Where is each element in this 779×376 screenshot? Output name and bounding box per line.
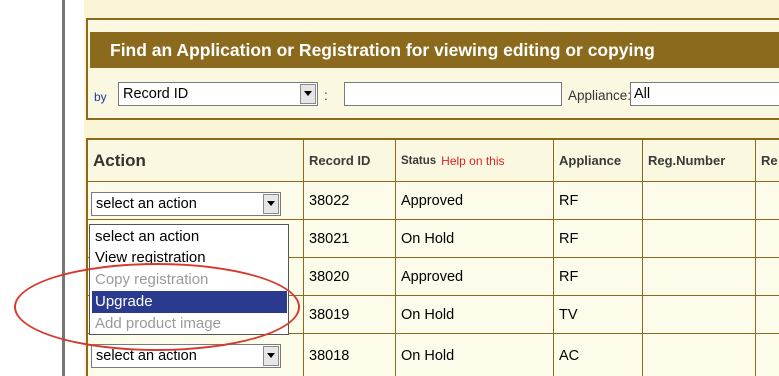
status-cell: On Hold — [396, 296, 554, 334]
record-id-cell: 38019 — [304, 296, 396, 334]
appliance-cell: RF — [554, 182, 643, 220]
dropdown-option-select-an-action[interactable]: select an action — [92, 226, 287, 248]
record-id-cell: 38021 — [304, 220, 396, 258]
status-cell: On Hold — [396, 220, 554, 258]
find-application-panel: Find an Application or Registration for … — [86, 18, 779, 120]
chevron-down-icon[interactable] — [300, 84, 316, 104]
table-row-action-cell: select an action — [88, 182, 304, 220]
search-input[interactable] — [344, 82, 562, 106]
dropdown-option-view-registration[interactable]: View registration — [92, 247, 287, 269]
column-header-appliance: Appliance — [554, 140, 643, 182]
column-header-action: Action — [88, 140, 304, 182]
search-by-select[interactable]: Record ID — [118, 82, 318, 106]
record-id-cell: 38018 — [304, 334, 396, 376]
table-row-action-cell: select an action — [88, 334, 304, 376]
dropdown-option-upgrade[interactable]: Upgrade — [92, 291, 287, 313]
status-header-label: Status — [401, 154, 437, 167]
action-select[interactable]: select an action — [91, 344, 281, 368]
chevron-down-icon[interactable] — [263, 346, 279, 366]
more-cell — [756, 182, 779, 220]
left-divider-line — [62, 0, 65, 376]
reg-number-cell — [643, 334, 756, 376]
status-cell: Approved — [396, 258, 554, 296]
reg-number-cell — [643, 258, 756, 296]
separator-colon: : — [324, 88, 328, 103]
appliance-cell: AC — [554, 334, 643, 376]
record-id-cell: 38022 — [304, 182, 396, 220]
appliance-cell: TV — [554, 296, 643, 334]
by-label: by — [94, 90, 107, 104]
reg-number-cell — [643, 220, 756, 258]
dropdown-option-add-product-image[interactable]: Add product image — [92, 313, 287, 335]
appliance-cell: RF — [554, 220, 643, 258]
more-cell — [756, 296, 779, 334]
column-header-status: Status Help on this — [396, 140, 554, 182]
status-cell: On Hold — [396, 334, 554, 376]
action-select-value: select an action — [96, 348, 197, 364]
dropdown-option-copy-registration[interactable]: Copy registration — [92, 269, 287, 291]
find-panel-title: Find an Application or Registration for … — [90, 32, 779, 68]
reg-number-cell — [643, 182, 756, 220]
column-header-reg-number: Reg.Number — [643, 140, 756, 182]
action-select-value: select an action — [96, 196, 197, 212]
action-select[interactable]: select an action — [91, 192, 281, 216]
column-header-more: Re — [756, 140, 779, 182]
record-id-cell: 38020 — [304, 258, 396, 296]
appliance-label: Appliance: — [568, 88, 632, 103]
appliance-select-value: All — [634, 86, 651, 102]
more-cell — [756, 334, 779, 376]
action-dropdown-list[interactable]: select an action View registration Copy … — [89, 224, 289, 335]
status-cell: Approved — [396, 182, 554, 220]
chevron-down-icon[interactable] — [263, 194, 279, 214]
more-cell — [756, 258, 779, 296]
reg-number-cell — [643, 296, 756, 334]
more-cell — [756, 220, 779, 258]
status-help-link[interactable]: Help on this — [441, 154, 504, 168]
appliance-cell: RF — [554, 258, 643, 296]
search-by-select-value: Record ID — [123, 86, 189, 102]
appliance-select[interactable]: All — [630, 82, 779, 106]
column-header-record-id: Record ID — [304, 140, 396, 182]
